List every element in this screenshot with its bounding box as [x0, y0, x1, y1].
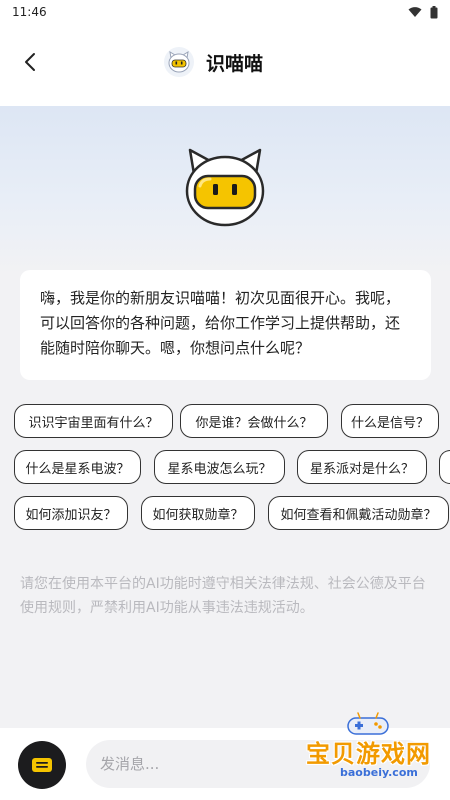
hero-banner [0, 106, 450, 276]
keyboard-icon [32, 758, 52, 772]
ai-usage-disclaimer: 请您在使用本平台的AI功能时遵守相关法律法规、社会公德及平台使用规则，严禁利用A… [20, 576, 426, 616]
suggestion-chip[interactable]: 什么是信号？ [341, 404, 439, 438]
suggestion-chip[interactable]: 识识宇宙里面有什么？ [14, 404, 173, 438]
suggestion-chip[interactable]: 如何添加识友？ [14, 496, 128, 530]
page-title: 识喵喵 [206, 52, 264, 75]
header: 识喵喵 [0, 24, 450, 106]
mascot-illustration [185, 148, 265, 227]
watermark-title: 宝贝游戏网 [306, 740, 431, 768]
watermark-url: baobeiy.com [340, 766, 418, 779]
suggestion-chip[interactable]: 星系电波怎么玩？ [154, 450, 285, 484]
avatar [164, 47, 194, 77]
title-wrap: 识喵喵 [164, 46, 263, 78]
suggestion-chip[interactable]: 如何查看和佩戴活动勋章？ [268, 496, 449, 530]
status-icons [408, 5, 438, 19]
suggestion-chip[interactable]: 你是谁？会做什么？ [180, 404, 328, 438]
suggestion-chip[interactable]: 星系派对是什么？ [297, 450, 427, 484]
suggestion-chip[interactable]: 如何获取勋章？ [141, 496, 255, 530]
status-bar: 11:46 [0, 0, 450, 24]
greeting-bubble: 嗨，我是你的新朋友识喵喵！初次见面很开心。我呢，可以回答你的各种问题，给你工作学… [20, 270, 431, 380]
wifi-icon [408, 7, 422, 17]
suggestion-chip[interactable]: 什么是星系电波？ [14, 450, 141, 484]
back-button[interactable] [14, 46, 46, 78]
chevron-left-icon [25, 53, 35, 71]
suggestion-chip-partial[interactable] [439, 450, 450, 484]
status-time: 11:46 [12, 5, 47, 19]
keyboard-toggle-button[interactable] [18, 741, 66, 789]
mascot-avatar-icon [168, 51, 190, 73]
site-watermark: 宝贝游戏网 baobeiy.com [300, 712, 448, 788]
battery-icon [430, 5, 438, 18]
